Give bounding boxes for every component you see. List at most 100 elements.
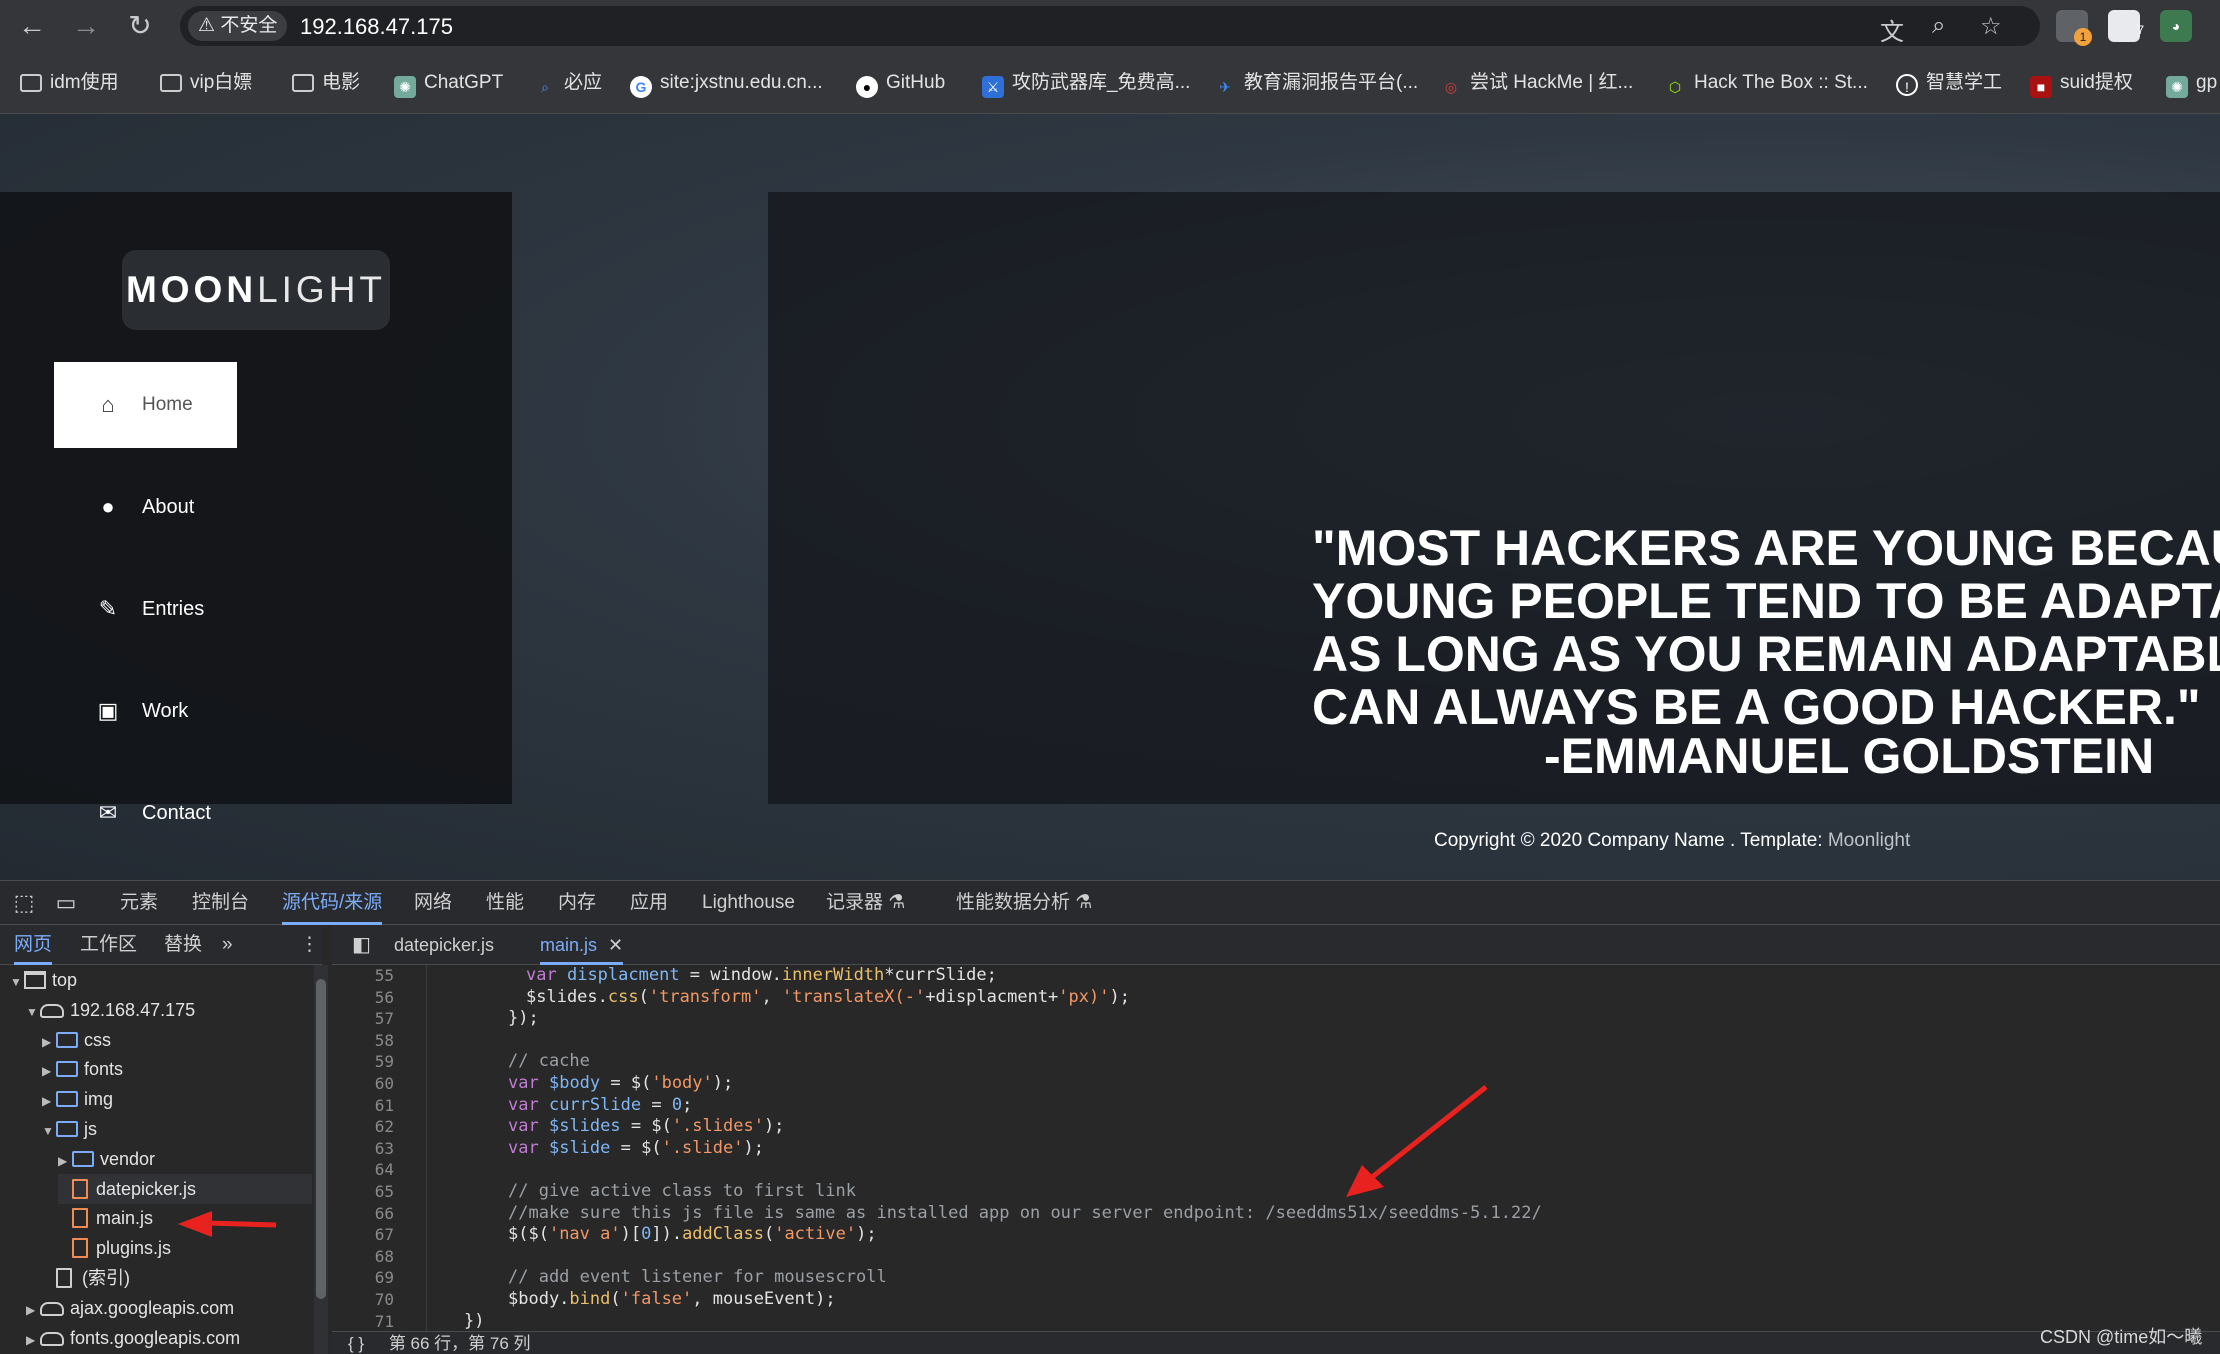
template-link[interactable]: Moonlight — [1828, 830, 1910, 851]
tree-scrollbar-thumb[interactable] — [316, 979, 326, 1299]
line-number[interactable]: 55 — [332, 965, 394, 987]
site-logo[interactable]: MOONLIGHT — [122, 250, 390, 330]
bookmark-chatgpt[interactable]: ✺ ChatGPT — [394, 68, 503, 98]
color-extension-icon[interactable]: ◕ — [2160, 10, 2192, 42]
collapsed-arrow-icon[interactable]: ▶ — [42, 1086, 56, 1116]
tree-item[interactable]: datepicker.js — [58, 1173, 312, 1204]
bookmark-edu-vuln[interactable]: ✈ 教育漏洞报告平台(... — [1214, 68, 1418, 98]
navigator-tab-overrides[interactable]: 替换 — [164, 925, 202, 965]
tab-memory[interactable]: 内存 — [558, 881, 596, 925]
nav-home[interactable]: ⌂ Home — [54, 362, 237, 448]
translate-icon[interactable]: 文 — [1880, 12, 1904, 47]
line-number[interactable]: 64 — [332, 1159, 394, 1181]
line-number[interactable]: 67 — [332, 1224, 394, 1246]
nav-work[interactable]: ▣ Work — [54, 668, 237, 754]
bookmark-htb[interactable]: ⬡ Hack The Box :: St... — [1664, 68, 1868, 98]
forward-icon[interactable]: → — [68, 8, 104, 44]
braces-icon[interactable]: { } — [348, 1334, 364, 1353]
back-icon[interactable]: ← — [14, 8, 50, 44]
security-chip[interactable]: ⚠ 不安全 — [188, 11, 288, 41]
bookmark-github[interactable]: ● GitHub — [856, 68, 945, 98]
tree-item[interactable]: ▶ fonts.googleapis.com — [26, 1323, 240, 1353]
tree-item[interactable]: ▼ 192.168.47.175 — [26, 995, 195, 1025]
bookmark-idm[interactable]: idm使用 — [20, 68, 119, 98]
line-number[interactable]: 69 — [332, 1267, 394, 1289]
bookmark-hackme[interactable]: ◎ 尝试 HackMe | 红... — [1440, 68, 1633, 98]
line-number[interactable]: 59 — [332, 1051, 394, 1073]
inspect-icon[interactable]: ⬚ — [10, 889, 38, 917]
reload-icon[interactable]: ↻ — [122, 8, 158, 44]
nav-about[interactable]: ● About — [54, 464, 237, 550]
bookmark-bing[interactable]: ⌕ 必应 — [534, 68, 602, 98]
line-number[interactable]: 68 — [332, 1246, 394, 1268]
collapsed-arrow-icon[interactable]: ▶ — [42, 1056, 56, 1086]
bookmark-vip[interactable]: vip白嫖 — [160, 68, 252, 98]
line-number[interactable]: 66 — [332, 1203, 394, 1225]
zoom-icon[interactable]: ⌕ — [1932, 12, 1945, 40]
collapsed-arrow-icon[interactable]: ▶ — [42, 1027, 56, 1057]
tab-perf-insights[interactable]: 性能数据分析 ⚗ — [956, 881, 1092, 925]
tab-performance[interactable]: 性能 — [486, 881, 524, 925]
tree-item[interactable]: ▼ js — [42, 1114, 97, 1144]
tab-network[interactable]: 网络 — [414, 881, 452, 925]
tab-lighthouse[interactable]: Lighthouse — [702, 881, 795, 925]
more-tabs-icon[interactable]: » — [222, 925, 233, 965]
tree-item[interactable]: ▶ ajax.googleapis.com — [26, 1293, 234, 1323]
bookmark-gp[interactable]: ✺ gp — [2166, 68, 2217, 98]
tree-item[interactable]: main.js — [58, 1203, 153, 1233]
tree-item[interactable]: plugins.js — [58, 1233, 171, 1263]
close-icon[interactable]: ✕ — [608, 935, 623, 955]
tab-elements[interactable]: 元素 — [120, 881, 158, 925]
expanded-arrow-icon[interactable]: ▼ — [10, 967, 24, 997]
line-number[interactable]: 56 — [332, 987, 394, 1009]
sidebar-toggle-icon[interactable]: ◧ — [352, 925, 371, 965]
star-icon[interactable]: ☆ — [1980, 12, 2002, 41]
tree-item[interactable]: ▶ fonts — [42, 1054, 123, 1084]
bookmark-school[interactable]: ! 智慧学工 — [1896, 68, 2002, 98]
file-tab-datepicker[interactable]: datepicker.js — [394, 925, 494, 965]
bookmark-suid[interactable]: ■ suid提权 — [2030, 68, 2133, 98]
collapsed-arrow-icon[interactable]: ▶ — [26, 1295, 40, 1325]
line-number[interactable]: 60 — [332, 1073, 394, 1095]
navigator-tab-page[interactable]: 网页 — [14, 925, 53, 965]
tree-item[interactable]: ▶ vendor — [58, 1144, 155, 1174]
tab-console[interactable]: 控制台 — [192, 881, 249, 925]
collapsed-arrow-icon[interactable]: ▶ — [26, 1325, 40, 1354]
kebab-menu-icon[interactable]: ⋮ — [300, 925, 319, 965]
folder-icon — [160, 74, 182, 92]
collapsed-arrow-icon[interactable]: ▶ — [58, 1146, 72, 1176]
expanded-arrow-icon[interactable]: ▼ — [42, 1116, 56, 1146]
line-number[interactable]: 58 — [332, 1030, 394, 1052]
site-sidebar: MOONLIGHT ⌂ Home ● About ✎ Entries ▣ Wor… — [0, 192, 512, 825]
tree-item[interactable]: ▼ top — [10, 965, 77, 995]
extension-icon[interactable]: 1 — [2056, 10, 2092, 46]
line-number[interactable]: 57 — [332, 1008, 394, 1030]
line-number[interactable]: 61 — [332, 1095, 394, 1117]
bookmark-site-search[interactable]: Gsite:jxstnu.edu.cn... — [630, 68, 823, 98]
expanded-arrow-icon[interactable]: ▼ — [26, 997, 40, 1027]
tab-application[interactable]: 应用 — [630, 881, 668, 925]
navigator-tab-workspace[interactable]: 工作区 — [80, 925, 137, 965]
line-number[interactable]: 65 — [332, 1181, 394, 1203]
tree-item[interactable]: ▶ css — [42, 1025, 111, 1055]
nav-entries[interactable]: ✎ Entries — [54, 566, 237, 652]
url-text[interactable]: 192.168.47.175 — [300, 14, 453, 40]
screenshot-extension-icon[interactable]: 7 — [2108, 10, 2144, 42]
tab-recorder[interactable]: 记录器 ⚗ — [826, 881, 905, 925]
tree-scrollbar[interactable] — [314, 965, 328, 1354]
line-number[interactable]: 71 — [332, 1311, 394, 1331]
device-toggle-icon[interactable]: ▭ — [52, 889, 80, 917]
tab-sources[interactable]: 源代码/来源 — [282, 881, 383, 925]
tree-item[interactable]: ▶ img — [42, 1084, 113, 1114]
line-number[interactable]: 70 — [332, 1289, 394, 1311]
bookmark-weapon-lib[interactable]: ⚔ 攻防武器库_免费高... — [982, 68, 1190, 98]
nav-contact[interactable]: ✉ Contact — [54, 770, 237, 825]
line-number[interactable]: 63 — [332, 1138, 394, 1160]
code-line: var currSlide = 0; — [508, 1094, 693, 1115]
code-editor[interactable]: 55 56 57 58 59 60 61 62 63 64 65 66 67 68 69 70 71 var d… — [332, 965, 2220, 1331]
bookmark-movies[interactable]: 电影 — [292, 68, 360, 98]
file-tab-main[interactable]: main.js ✕ — [540, 925, 624, 965]
address-bar[interactable]: ⚠ 不安全 192.168.47.175 文 ⌕ ☆ — [180, 6, 2040, 46]
line-number[interactable]: 62 — [332, 1116, 394, 1138]
tree-item[interactable]: (索引) — [42, 1263, 130, 1293]
